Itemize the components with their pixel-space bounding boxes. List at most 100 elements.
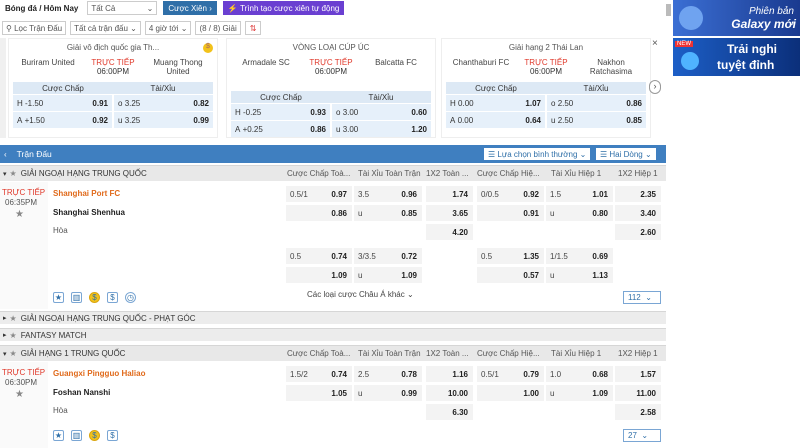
featured-card[interactable]: Giải vô địch quốc gia Th... $ Buriram Un… bbox=[8, 38, 218, 138]
close-icon[interactable]: × bbox=[652, 38, 658, 49]
odds-cell[interactable]: A +1.50 0.92 bbox=[13, 112, 112, 128]
scrollbar[interactable] bbox=[666, 4, 671, 16]
expand-icon[interactable]: ▸ bbox=[3, 331, 7, 339]
odds-cell[interactable]: 3/3.5 0.72 bbox=[354, 248, 422, 264]
odds-cell[interactable]: 1.09 bbox=[286, 267, 352, 283]
odds-cell[interactable]: A +0.25 0.86 bbox=[231, 121, 330, 137]
odds-cell[interactable]: H 0.00 1.07 bbox=[446, 95, 545, 111]
star-icon[interactable]: ★ bbox=[10, 169, 17, 178]
odds-cell[interactable]: 2.35 bbox=[615, 186, 661, 202]
odds-value: 1.16 bbox=[452, 369, 468, 379]
odds-cell[interactable]: 4.20 bbox=[426, 224, 473, 240]
star-icon[interactable]: ★ bbox=[15, 209, 24, 220]
odds-cell[interactable]: H -1.50 0.91 bbox=[13, 95, 112, 111]
odds-value: 0.79 bbox=[523, 369, 539, 379]
featured-card[interactable]: VÒNG LOẠI CÚP ÚC Armadale SC TRỰC TIẾP 06… bbox=[226, 38, 436, 138]
odds-cell[interactable]: 1.74 bbox=[426, 186, 473, 202]
odds-cell[interactable]: u 1.09 bbox=[546, 385, 613, 401]
stats-icon[interactable]: ▥ bbox=[71, 292, 82, 303]
coin-icon[interactable]: $ bbox=[89, 292, 100, 303]
expand-icon[interactable]: ▸ bbox=[3, 314, 7, 322]
next-arrow-icon[interactable]: › bbox=[649, 80, 661, 94]
odds-cell[interactable]: 0.5 0.74 bbox=[286, 248, 352, 264]
filter-select[interactable]: Tất Cả ⌄ bbox=[87, 1, 158, 15]
odds-cell[interactable]: H -0.25 0.93 bbox=[231, 104, 330, 120]
league-header[interactable]: ▾ ★ GIẢI NGOẠI HẠNG TRUNG QUỐC Cược Chấp… bbox=[0, 165, 666, 181]
odds-cell[interactable]: 3.65 bbox=[426, 205, 473, 221]
odds-cell[interactable]: u 3.25 0.99 bbox=[114, 112, 213, 128]
odds-cell[interactable]: 1.5/2 0.74 bbox=[286, 366, 352, 382]
odds-cell[interactable]: 2.58 bbox=[615, 404, 661, 420]
clock-icon[interactable]: ◷ bbox=[125, 292, 136, 303]
star-icon[interactable]: ★ bbox=[10, 314, 17, 323]
odds-cell[interactable]: 3.5 0.96 bbox=[354, 186, 422, 202]
odds-cell[interactable]: 0/0.5 0.92 bbox=[477, 186, 544, 202]
odds-cell[interactable]: o 2.50 0.86 bbox=[547, 95, 646, 111]
sort-icon[interactable]: ⇅ bbox=[244, 21, 262, 35]
odds-cell[interactable]: 0.86 bbox=[286, 205, 352, 221]
sport-selector[interactable]: Bóng đá / Hôm Nay bbox=[2, 1, 82, 15]
star-icon[interactable]: ★ bbox=[53, 292, 64, 303]
odds-cell[interactable]: 0.5/1 0.79 bbox=[477, 366, 544, 382]
odds-cell[interactable]: o 3.25 0.82 bbox=[114, 95, 213, 111]
odds-cell[interactable]: 11.00 bbox=[615, 385, 661, 401]
stats-icon[interactable]: ▥ bbox=[71, 430, 82, 441]
promo-line: Trải nghi bbox=[727, 42, 778, 56]
star-icon[interactable]: ★ bbox=[10, 331, 17, 340]
league-header[interactable]: ▸ ★ FANTASY MATCH bbox=[0, 328, 666, 341]
league-header[interactable]: ▾ ★ GIẢI HẠNG 1 TRUNG QUỐC Cược Chấp Toà… bbox=[0, 345, 666, 361]
promo-banner[interactable]: NEW Trải nghi tuyệt đỉnh bbox=[673, 38, 800, 76]
parlay-button[interactable]: Cược Xiên › bbox=[163, 1, 217, 15]
odds-cell[interactable]: 2.5 0.78 bbox=[354, 366, 422, 382]
odds-cell[interactable]: u 0.80 bbox=[546, 205, 613, 221]
more-bets-link[interactable]: Các loại cược Châu Á khác ⌄ bbox=[307, 290, 414, 299]
odds-cell[interactable]: 6.30 bbox=[426, 404, 473, 420]
dollar-icon[interactable]: $ bbox=[107, 430, 118, 441]
odds-cell[interactable]: A 0.00 0.64 bbox=[446, 112, 545, 128]
odds-cell[interactable]: 1/1.5 0.69 bbox=[546, 248, 613, 264]
chevron-left-icon[interactable]: ‹ bbox=[4, 150, 7, 159]
league-count[interactable]: (8 / 8) Giải bbox=[195, 21, 241, 35]
promo-banner[interactable]: Phiên bản Galaxy mới bbox=[673, 0, 800, 36]
odds-cell[interactable]: u 3.00 1.20 bbox=[332, 121, 431, 137]
collapse-icon[interactable]: ▾ bbox=[3, 170, 7, 178]
odds-cell[interactable]: 1.05 bbox=[286, 385, 352, 401]
odds-cell[interactable]: 3.40 bbox=[615, 205, 661, 221]
odds-cell[interactable]: 0.5 1.35 bbox=[477, 248, 544, 264]
odds-cell[interactable]: o 3.00 0.60 bbox=[332, 104, 431, 120]
odds-display-select[interactable]: ☰ Hai Dòng ⌄ bbox=[596, 148, 656, 160]
odds-cell[interactable]: 1.57 bbox=[615, 366, 661, 382]
more-markets-count[interactable]: 112 ⌄ bbox=[623, 291, 661, 304]
star-icon[interactable]: ★ bbox=[15, 389, 24, 400]
odds-cell[interactable]: 0.5/1 0.97 bbox=[286, 186, 352, 202]
col-header: 1X2 Toàn ... bbox=[426, 349, 469, 358]
sort-select[interactable]: ☰ Lựa chọn bình thường ⌄ bbox=[484, 148, 591, 160]
dollar-icon[interactable]: $ bbox=[107, 292, 118, 303]
odds-cell[interactable]: 10.00 bbox=[426, 385, 473, 401]
odds-cell[interactable]: u 1.09 bbox=[354, 267, 422, 283]
odds-cell[interactable]: 2.60 bbox=[615, 224, 661, 240]
odds-cell[interactable]: 0.57 bbox=[477, 267, 544, 283]
time-select[interactable]: 4 giờ tới ⌄ bbox=[144, 21, 192, 35]
odds-cell[interactable]: u 2.50 0.85 bbox=[547, 112, 646, 128]
coin-icon[interactable]: $ bbox=[203, 43, 213, 53]
odds-cell[interactable]: 1.5 1.01 bbox=[546, 186, 613, 202]
league-filter-button[interactable]: ⚲ Lọc Trận Đấu bbox=[2, 21, 67, 35]
all-matches-select[interactable]: Tất cả trận đấu ⌄ bbox=[70, 21, 141, 35]
live-status: TRỰC TIẾP bbox=[309, 58, 353, 67]
collapse-icon[interactable]: ▾ bbox=[3, 350, 7, 358]
star-icon[interactable]: ★ bbox=[53, 430, 64, 441]
odds-cell[interactable]: u 0.99 bbox=[354, 385, 422, 401]
featured-card[interactable]: Giải hạng 2 Thái Lan Chanthaburi FC TRỰC… bbox=[441, 38, 651, 138]
league-header[interactable]: ▸ ★ GIẢI NGOẠI HẠNG TRUNG QUỐC - PHẠT GÓ… bbox=[0, 311, 666, 324]
coin-icon[interactable]: $ bbox=[89, 430, 100, 441]
odds-cell[interactable]: u 0.85 bbox=[354, 205, 422, 221]
odds-cell[interactable]: 1.00 bbox=[477, 385, 544, 401]
odds-cell[interactable]: 1.16 bbox=[426, 366, 473, 382]
odds-cell[interactable]: 1.0 0.68 bbox=[546, 366, 613, 382]
odds-cell[interactable]: u 1.13 bbox=[546, 267, 613, 283]
more-markets-count[interactable]: 27 ⌄ bbox=[623, 429, 661, 442]
auto-parlay-button[interactable]: ⚡ Trình tạo cược xiên tự động bbox=[222, 1, 345, 15]
odds-cell[interactable]: 0.91 bbox=[477, 205, 544, 221]
star-icon[interactable]: ★ bbox=[10, 349, 17, 358]
